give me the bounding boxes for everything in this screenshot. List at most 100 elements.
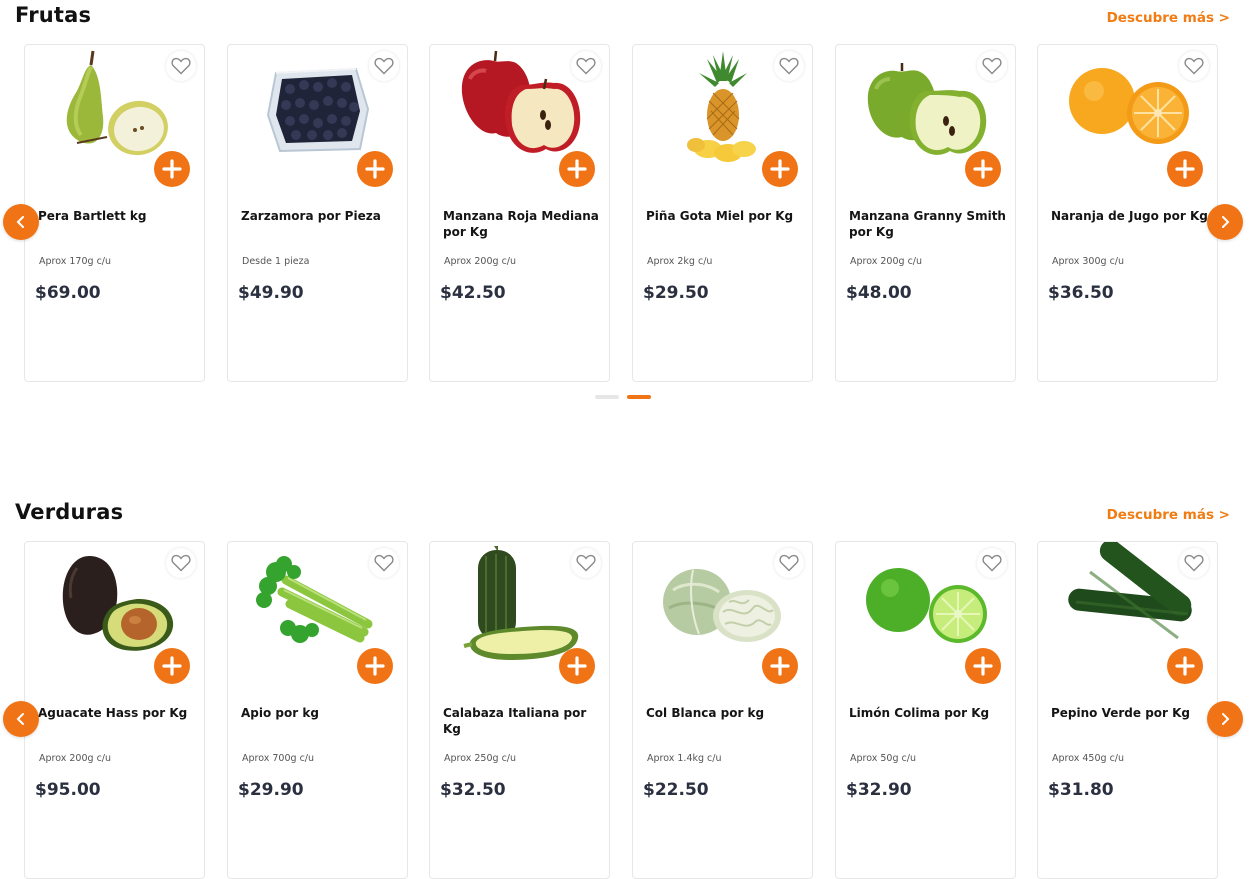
product-name[interactable]: Pepino Verde por Kg [1051, 706, 1211, 722]
carousel-next-button[interactable] [1207, 701, 1243, 737]
carousel-prev-button[interactable] [3, 204, 39, 240]
product-card[interactable]: Pepino Verde por Kg Aprox 450g c/u $31.8… [1037, 541, 1218, 879]
product-card[interactable]: Pera Bartlett kg Aprox 170g c/u $69.00 [24, 44, 205, 382]
product-name[interactable]: Aguacate Hass por Kg [38, 706, 198, 722]
product-price: $32.50 [440, 780, 506, 800]
product-weight: Aprox 50g c/u [850, 753, 916, 764]
product-name[interactable]: Manzana Roja Mediana por Kg [443, 209, 603, 240]
add-to-cart-button[interactable] [1167, 648, 1203, 684]
product-price: $48.00 [846, 283, 912, 303]
add-to-cart-button[interactable] [762, 648, 798, 684]
heart-icon [374, 554, 394, 572]
favorite-button[interactable] [1179, 548, 1209, 578]
heart-icon [171, 554, 191, 572]
product-card[interactable]: Apio por kg Aprox 700g c/u $29.90 [227, 541, 408, 879]
product-price: $42.50 [440, 283, 506, 303]
add-to-cart-button[interactable] [965, 151, 1001, 187]
product-name[interactable]: Naranja de Jugo por Kg [1051, 209, 1211, 225]
product-price: $49.90 [238, 283, 304, 303]
plus-icon [567, 159, 587, 179]
product-weight: Aprox 250g c/u [444, 753, 517, 764]
add-to-cart-button[interactable] [762, 151, 798, 187]
product-name[interactable]: Calabaza Italiana por Kg [443, 706, 603, 737]
product-price: $95.00 [35, 780, 101, 800]
product-weight: Desde 1 pieza [242, 256, 310, 267]
favorite-button[interactable] [369, 548, 399, 578]
product-name[interactable]: Col Blanca por kg [646, 706, 806, 722]
heart-icon [576, 57, 596, 75]
product-name[interactable]: Piña Gota Miel por Kg [646, 209, 806, 225]
carousel-next-button[interactable] [1207, 204, 1243, 240]
heart-icon [779, 554, 799, 572]
plus-icon [973, 656, 993, 676]
pagination-dot[interactable] [595, 395, 619, 399]
add-to-cart-button[interactable] [965, 648, 1001, 684]
favorite-button[interactable] [369, 51, 399, 81]
product-price: $36.50 [1048, 283, 1114, 303]
product-weight: Aprox 170g c/u [39, 256, 112, 267]
pagination-dot-active[interactable] [627, 395, 651, 399]
add-to-cart-button[interactable] [1167, 151, 1203, 187]
product-card[interactable]: Aguacate Hass por Kg Aprox 200g c/u $95.… [24, 541, 205, 879]
heart-icon [1184, 57, 1204, 75]
favorite-button[interactable] [977, 548, 1007, 578]
favorite-button[interactable] [774, 51, 804, 81]
product-weight: Aprox 200g c/u [444, 256, 517, 267]
product-price: $29.50 [643, 283, 709, 303]
plus-icon [365, 656, 385, 676]
product-card[interactable]: Naranja de Jugo por Kg Aprox 300g c/u $3… [1037, 44, 1218, 382]
plus-icon [770, 656, 790, 676]
product-card[interactable]: Calabaza Italiana por Kg Aprox 250g c/u … [429, 541, 610, 879]
discover-more-link[interactable]: Descubre más > [1107, 10, 1230, 26]
product-card[interactable]: Limón Colima por Kg Aprox 50g c/u $32.90 [835, 541, 1016, 879]
product-card[interactable]: Zarzamora por Pieza Desde 1 pieza $49.90 [227, 44, 408, 382]
add-to-cart-button[interactable] [154, 151, 190, 187]
product-weight: Aprox 200g c/u [850, 256, 923, 267]
product-name[interactable]: Apio por kg [241, 706, 401, 722]
heart-icon [779, 57, 799, 75]
add-to-cart-button[interactable] [357, 648, 393, 684]
section-title: Verduras [15, 500, 124, 524]
plus-icon [1175, 159, 1195, 179]
product-card[interactable]: Col Blanca por kg Aprox 1.4kg c/u $22.50 [632, 541, 813, 879]
favorite-button[interactable] [571, 51, 601, 81]
heart-icon [576, 554, 596, 572]
favorite-button[interactable] [774, 548, 804, 578]
favorite-button[interactable] [977, 51, 1007, 81]
heart-icon [171, 57, 191, 75]
product-card[interactable]: Piña Gota Miel por Kg Aprox 2kg c/u $29.… [632, 44, 813, 382]
product-price: $32.90 [846, 780, 912, 800]
add-to-cart-button[interactable] [154, 648, 190, 684]
favorite-button[interactable] [166, 51, 196, 81]
product-weight: Aprox 200g c/u [39, 753, 112, 764]
plus-icon [973, 159, 993, 179]
add-to-cart-button[interactable] [559, 151, 595, 187]
product-price: $29.90 [238, 780, 304, 800]
carousel-prev-button[interactable] [3, 701, 39, 737]
plus-icon [770, 159, 790, 179]
add-to-cart-button[interactable] [357, 151, 393, 187]
product-weight: Aprox 450g c/u [1052, 753, 1125, 764]
favorite-button[interactable] [1179, 51, 1209, 81]
product-price: $22.50 [643, 780, 709, 800]
product-name[interactable]: Zarzamora por Pieza [241, 209, 401, 225]
plus-icon [1175, 656, 1195, 676]
heart-icon [982, 57, 1002, 75]
product-name[interactable]: Pera Bartlett kg [38, 209, 198, 225]
add-to-cart-button[interactable] [559, 648, 595, 684]
product-weight: Aprox 300g c/u [1052, 256, 1125, 267]
heart-icon [1184, 554, 1204, 572]
favorite-button[interactable] [166, 548, 196, 578]
product-card[interactable]: Manzana Roja Mediana por Kg Aprox 200g c… [429, 44, 610, 382]
plus-icon [365, 159, 385, 179]
product-name[interactable]: Manzana Granny Smith por Kg [849, 209, 1009, 240]
section-title: Frutas [15, 3, 92, 27]
chevron-left-icon [16, 216, 24, 228]
product-name[interactable]: Limón Colima por Kg [849, 706, 1009, 722]
discover-more-link[interactable]: Descubre más > [1107, 507, 1230, 523]
plus-icon [567, 656, 587, 676]
chevron-left-icon [16, 713, 24, 725]
heart-icon [374, 57, 394, 75]
favorite-button[interactable] [571, 548, 601, 578]
product-card[interactable]: Manzana Granny Smith por Kg Aprox 200g c… [835, 44, 1016, 382]
